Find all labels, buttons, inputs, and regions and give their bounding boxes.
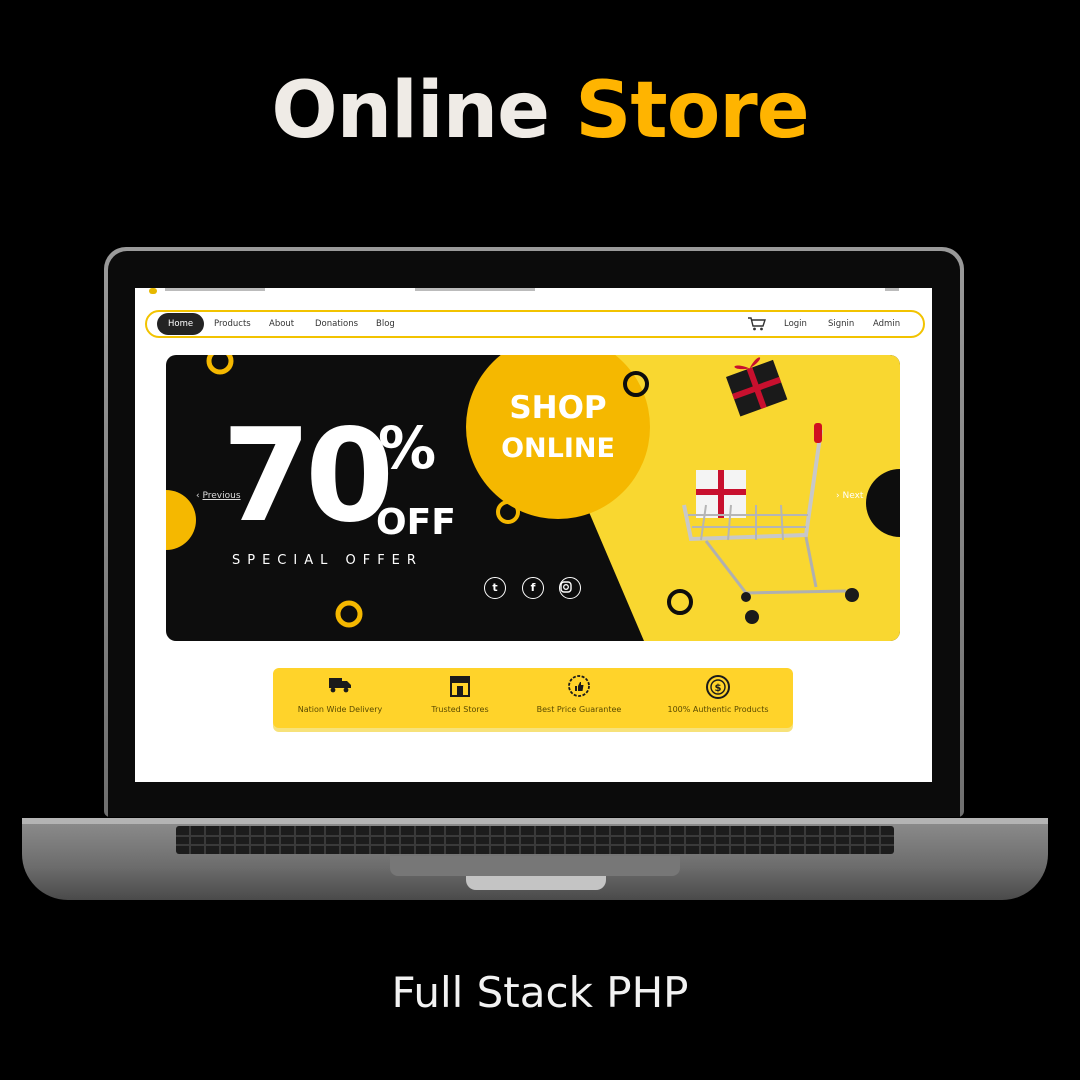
nav-donations[interactable]: Donations (315, 312, 358, 336)
nav-home[interactable]: Home (157, 313, 205, 335)
main-navbar: Home Products About Donations Blog Login… (145, 310, 925, 338)
poster-subtitle: Full Stack PHP (391, 968, 689, 1017)
nav-blog[interactable]: Blog (376, 312, 395, 336)
cart-icon[interactable] (747, 316, 767, 332)
discount-number: 70 (222, 402, 394, 551)
feature-trusted-stores-label: Trusted Stores (431, 705, 489, 714)
feature-best-price: Best Price Guarantee (514, 668, 644, 728)
poster-title: Online Store (0, 72, 1080, 150)
store-icon (450, 676, 470, 697)
svg-text:$: $ (715, 683, 722, 694)
carousel-next-label: Next (842, 491, 864, 501)
nav-about[interactable]: About (269, 312, 294, 336)
instagram-icon[interactable] (559, 577, 581, 599)
laptop-notch (466, 876, 606, 890)
feature-best-price-label: Best Price Guarantee (536, 705, 622, 714)
poster-title-word-store: Store (575, 66, 809, 156)
poster-title-word-online: Online (271, 66, 550, 156)
dollar-coin-icon: $ (706, 675, 730, 699)
features-strip: Nation Wide Delivery Trusted Stores Best… (273, 668, 793, 728)
carousel-prev-label: Previous (202, 491, 241, 501)
feature-trusted-stores: Trusted Stores (395, 668, 525, 728)
nav-products[interactable]: Products (214, 312, 251, 336)
twitter-icon[interactable]: t (484, 577, 506, 599)
shop-badge-line2: ONLINE (501, 433, 615, 464)
facebook-icon[interactable]: f (522, 577, 544, 599)
site-top-strip (135, 288, 932, 298)
carousel-prev-button[interactable]: ‹ Previous (196, 491, 241, 501)
nav-admin[interactable]: Admin (873, 312, 900, 336)
feature-delivery-label: Nation Wide Delivery (297, 705, 383, 714)
nav-signin[interactable]: Signin (828, 312, 854, 336)
hero-banner-carousel: 70 % OFF SPECIAL OFFER SHOP ONLINE ‹ Pre… (166, 355, 900, 641)
special-offer-tagline: SPECIAL OFFER (232, 553, 423, 568)
feature-delivery: Nation Wide Delivery (275, 668, 405, 728)
laptop-touchpad (390, 856, 680, 876)
nav-login[interactable]: Login (784, 312, 807, 336)
chevron-right-icon: › (836, 491, 840, 501)
chevron-left-icon: ‹ (196, 491, 200, 501)
carousel-next-button[interactable]: › Next (836, 491, 863, 501)
feature-authentic: $ 100% Authentic Products (653, 668, 783, 728)
shop-badge-line1: SHOP (509, 390, 607, 426)
feature-authentic-label: 100% Authentic Products (667, 705, 769, 714)
laptop-keyboard (176, 826, 894, 854)
laptop-screen: Home Products About Donations Blog Login… (135, 288, 932, 782)
discount-off-label: OFF (376, 502, 456, 543)
truck-icon (329, 678, 351, 693)
thumbs-up-badge-icon (568, 675, 590, 697)
discount-percent-symbol: % (378, 414, 437, 482)
